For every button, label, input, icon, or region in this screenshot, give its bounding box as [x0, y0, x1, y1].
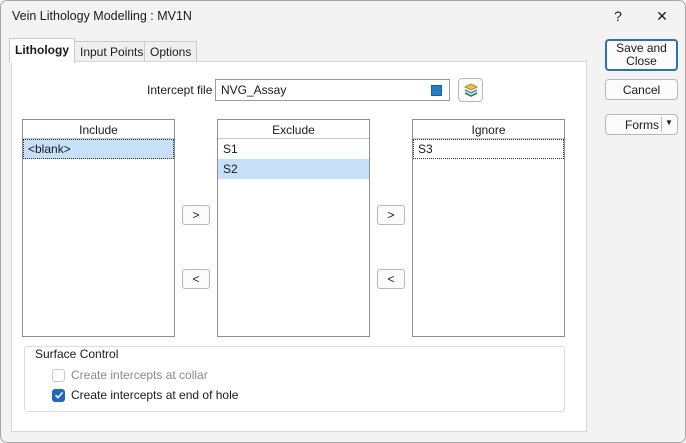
intercept-file-label: Intercept file — [147, 83, 213, 97]
dialog-window: Vein Lithology Modelling : MV1N ? ✕ Lith… — [0, 0, 686, 443]
checkmark-icon — [54, 391, 63, 399]
chevron-down-icon[interactable]: ▼ — [665, 118, 673, 127]
exclude-header: Exclude — [218, 120, 369, 139]
move-to-exclude-button[interactable]: > — [182, 205, 210, 225]
forms-button[interactable]: Forms ▼ — [605, 114, 678, 135]
intercept-file-value: NVG_Assay — [221, 83, 287, 97]
collar-intercepts-checkbox[interactable] — [52, 368, 65, 382]
collar-intercepts-option[interactable]: Create intercepts at collar — [52, 368, 208, 382]
tab-lithology[interactable]: Lithology — [9, 38, 75, 63]
end-of-hole-intercepts-label: Create intercepts at end of hole — [71, 388, 239, 402]
move-to-include-button[interactable]: < — [182, 269, 210, 289]
collar-intercepts-label: Create intercepts at collar — [71, 368, 208, 382]
title-bar: Vein Lithology Modelling : MV1N ? ✕ — [1, 1, 685, 33]
forms-button-label: Forms — [625, 117, 659, 132]
end-of-hole-intercepts-option[interactable]: Create intercepts at end of hole — [52, 388, 238, 402]
intercept-file-color-swatch[interactable] — [431, 85, 442, 96]
intercept-file-input[interactable]: NVG_Assay — [215, 79, 450, 101]
ignore-item-s3[interactable]: S3 — [413, 139, 564, 159]
exclude-item-s1[interactable]: S1 — [218, 139, 369, 159]
move-to-ignore-button[interactable]: > — [377, 205, 405, 225]
end-of-hole-intercepts-checkbox[interactable] — [52, 388, 65, 402]
include-list[interactable]: Include <blank> — [22, 119, 175, 337]
include-header: Include — [23, 120, 174, 139]
tab-input-points[interactable]: Input Points — [74, 41, 150, 62]
cancel-button[interactable]: Cancel — [605, 79, 678, 100]
browse-button[interactable] — [458, 78, 483, 102]
move-to-exclude-from-ignore-button[interactable]: < — [377, 269, 405, 289]
include-item-blank[interactable]: <blank> — [23, 139, 174, 159]
ignore-header: Ignore — [413, 120, 564, 139]
help-icon[interactable]: ? — [595, 1, 641, 31]
surface-control-legend: Surface Control — [32, 347, 122, 361]
tab-options[interactable]: Options — [144, 41, 198, 62]
ignore-list[interactable]: Ignore S3 — [412, 119, 565, 337]
exclude-item-s2[interactable]: S2 — [218, 159, 369, 179]
save-and-close-button[interactable]: Save and Close — [605, 39, 678, 71]
close-icon[interactable]: ✕ — [639, 1, 685, 31]
forms-button-separator — [661, 117, 662, 132]
layers-icon — [463, 83, 478, 97]
window-title: Vein Lithology Modelling : MV1N — [12, 9, 192, 23]
exclude-list[interactable]: Exclude S1 S2 — [217, 119, 370, 337]
